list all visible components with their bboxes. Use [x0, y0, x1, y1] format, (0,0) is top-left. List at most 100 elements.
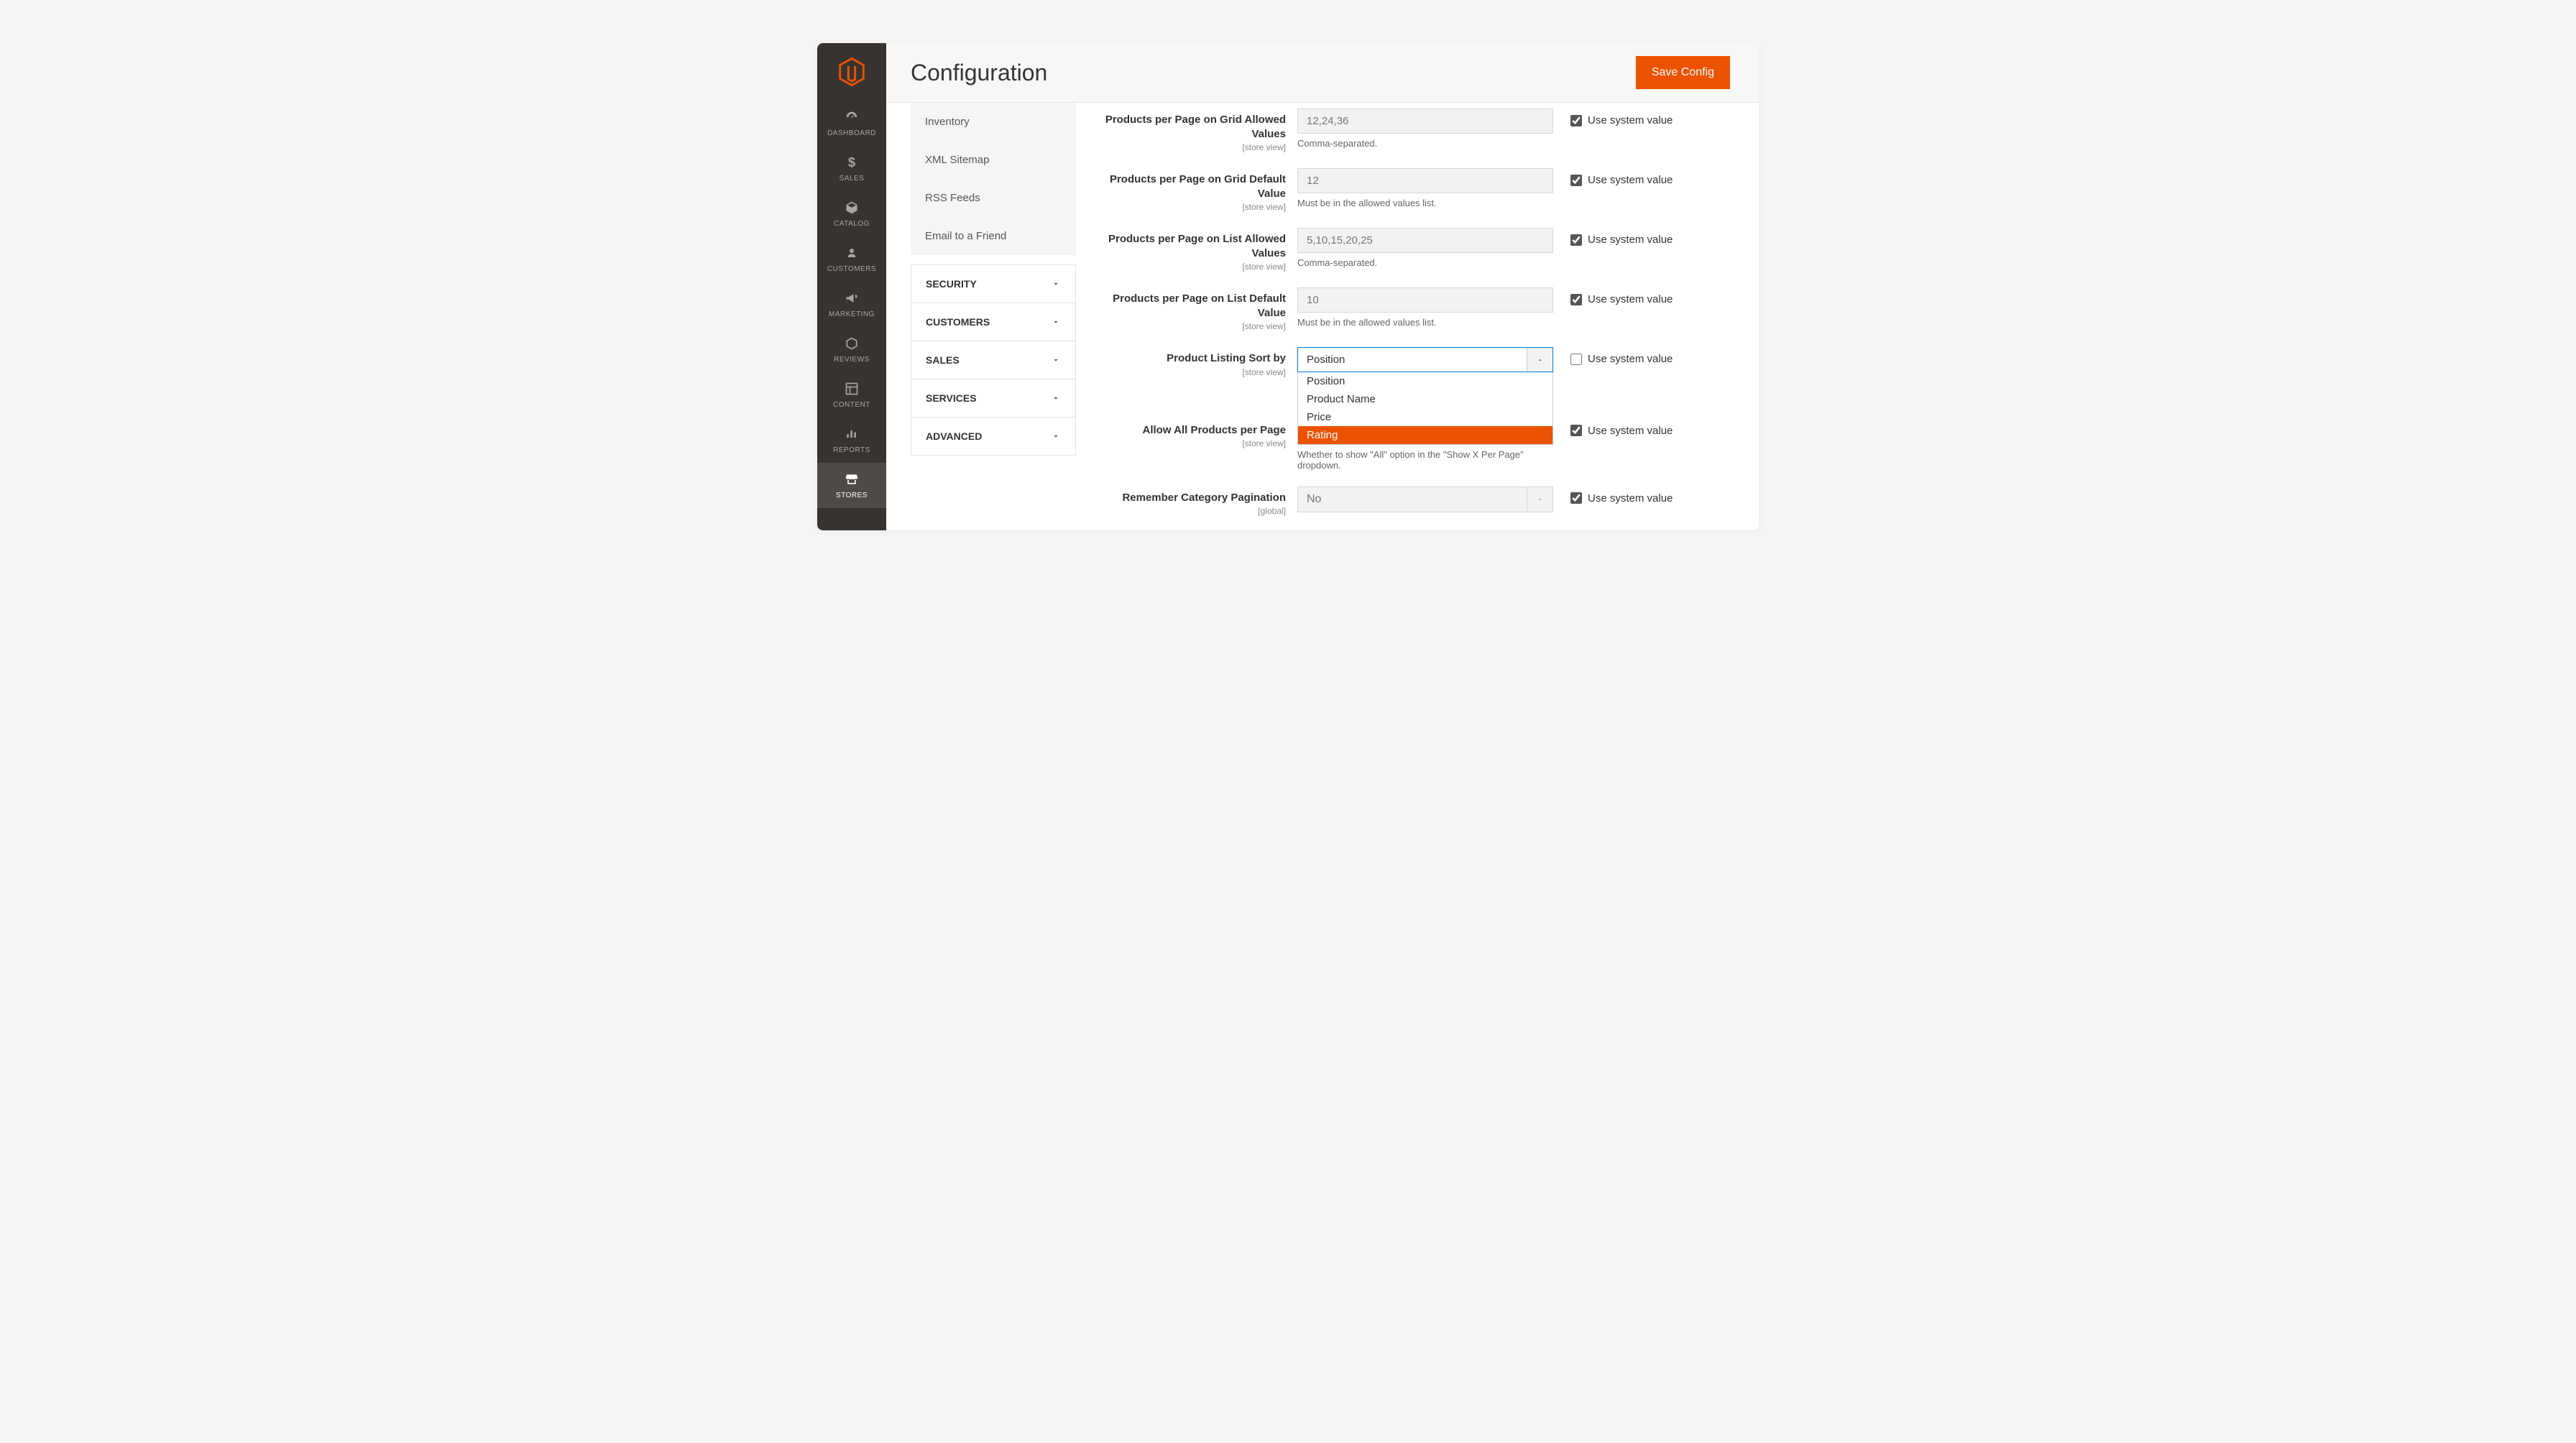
- page-title: Configuration: [911, 60, 1047, 86]
- field-scope: [store view]: [1085, 321, 1286, 331]
- megaphone-icon: [844, 289, 860, 308]
- config-subitem-inventory[interactable]: Inventory: [911, 103, 1076, 141]
- config-section-security[interactable]: SECURITY: [911, 264, 1076, 303]
- config-subitem-rss-feeds[interactable]: RSS Feeds: [911, 179, 1076, 217]
- app-window: DASHBOARD $ SALES CATALOG CUSTOMERS MARK…: [817, 43, 1759, 530]
- use-system-checkbox[interactable]: [1570, 492, 1582, 504]
- save-config-button[interactable]: Save Config: [1636, 56, 1730, 89]
- main-sidebar: DASHBOARD $ SALES CATALOG CUSTOMERS MARK…: [817, 43, 886, 530]
- caret-down-icon: [1527, 487, 1552, 512]
- nav-reports[interactable]: REPORTS: [817, 418, 886, 463]
- nav-label: STORES: [836, 492, 868, 499]
- field-label: Product Listing Sort by: [1085, 351, 1286, 366]
- chevron-down-icon: [1051, 431, 1061, 441]
- option-price[interactable]: Price: [1298, 408, 1552, 426]
- field-scope: [store view]: [1085, 202, 1286, 212]
- nav-content[interactable]: CONTENT: [817, 372, 886, 418]
- layout-icon: [845, 379, 859, 398]
- field-label: Allow All Products per Page: [1085, 423, 1286, 438]
- grid-allowed-input[interactable]: [1297, 109, 1553, 134]
- list-default-input[interactable]: [1297, 287, 1553, 313]
- sort-by-dropdown: Position Product Name Price Rating: [1297, 372, 1553, 445]
- nav-label: REPORTS: [833, 446, 870, 454]
- field-hint: Comma-separated.: [1297, 257, 1553, 268]
- list-allowed-input[interactable]: [1297, 228, 1553, 253]
- use-system-checkbox[interactable]: [1570, 425, 1582, 436]
- svg-text:$: $: [848, 155, 855, 170]
- field-scope: [global]: [1085, 506, 1286, 516]
- page-header: Configuration Save Config: [886, 43, 1759, 103]
- section-label: SERVICES: [926, 392, 977, 404]
- option-product-name[interactable]: Product Name: [1298, 390, 1552, 408]
- nav-sales[interactable]: $ SALES: [817, 146, 886, 191]
- use-system-label: Use system value: [1588, 425, 1673, 437]
- sort-by-select[interactable]: Position Position Product Name Price Rat…: [1297, 347, 1553, 372]
- chevron-down-icon: [1051, 317, 1061, 327]
- nav-label: REVIEWS: [834, 356, 870, 364]
- config-subitem-email-friend[interactable]: Email to a Friend: [911, 217, 1076, 255]
- field-scope: [store view]: [1085, 438, 1286, 448]
- row-grid-default: Products per Page on Grid Default Value …: [1085, 168, 1730, 212]
- main-area: Configuration Save Config Inventory XML …: [886, 43, 1759, 530]
- field-label: Products per Page on Grid Default Value: [1085, 172, 1286, 200]
- option-rating[interactable]: Rating: [1298, 426, 1552, 444]
- section-label: ADVANCED: [926, 430, 982, 442]
- use-system-checkbox[interactable]: [1570, 294, 1582, 305]
- dollar-icon: $: [845, 153, 859, 172]
- row-grid-allowed: Products per Page on Grid Allowed Values…: [1085, 109, 1730, 152]
- grid-default-input[interactable]: [1297, 168, 1553, 193]
- field-label: Products per Page on Grid Allowed Values: [1085, 113, 1286, 141]
- nav-marketing[interactable]: MARKETING: [817, 282, 886, 327]
- remember-pagination-select[interactable]: No: [1297, 487, 1553, 512]
- config-section-sales[interactable]: SALES: [911, 341, 1076, 379]
- row-remember-pagination: Remember Category Pagination [global] No…: [1085, 487, 1730, 517]
- magento-logo-icon: [838, 57, 865, 87]
- nav-label: CATALOG: [834, 220, 870, 228]
- nav-stores[interactable]: STORES: [817, 463, 886, 508]
- nav-label: CUSTOMERS: [827, 265, 876, 273]
- field-hint: Must be in the allowed values list.: [1297, 198, 1553, 208]
- use-system-label: Use system value: [1588, 174, 1673, 186]
- section-label: SALES: [926, 354, 960, 366]
- config-section-advanced[interactable]: ADVANCED: [911, 417, 1076, 456]
- option-position[interactable]: Position: [1298, 372, 1552, 390]
- nav-reviews[interactable]: REVIEWS: [817, 327, 886, 372]
- nav-dashboard[interactable]: DASHBOARD: [817, 101, 886, 146]
- caret-up-icon: [1527, 348, 1552, 372]
- use-system-label: Use system value: [1588, 114, 1673, 126]
- box-icon: [845, 198, 859, 217]
- field-hint: Whether to show "All" option in the "Sho…: [1297, 449, 1553, 471]
- use-system-checkbox[interactable]: [1570, 115, 1582, 126]
- use-system-label: Use system value: [1588, 234, 1673, 246]
- use-system-checkbox[interactable]: [1570, 175, 1582, 186]
- person-icon: [845, 244, 858, 262]
- select-value: Position: [1298, 348, 1353, 372]
- field-scope: [store view]: [1085, 367, 1286, 377]
- store-icon: [844, 470, 860, 489]
- config-subitem-xml-sitemap[interactable]: XML Sitemap: [911, 141, 1076, 179]
- row-list-allowed: Products per Page on List Allowed Values…: [1085, 228, 1730, 272]
- config-section-customers[interactable]: CUSTOMERS: [911, 303, 1076, 341]
- config-section-services[interactable]: SERVICES: [911, 379, 1076, 418]
- nav-label: DASHBOARD: [827, 129, 876, 137]
- content-area: Inventory XML Sitemap RSS Feeds Email to…: [886, 103, 1759, 530]
- nav-label: SALES: [840, 175, 865, 183]
- hexagon-icon: [845, 334, 859, 353]
- magento-logo: [817, 43, 886, 101]
- nav-label: CONTENT: [833, 401, 870, 409]
- chevron-down-icon: [1051, 279, 1061, 289]
- use-system-label: Use system value: [1588, 492, 1673, 504]
- field-hint: Must be in the allowed values list.: [1297, 317, 1553, 328]
- use-system-checkbox[interactable]: [1570, 234, 1582, 246]
- nav-customers[interactable]: CUSTOMERS: [817, 236, 886, 282]
- field-label: Products per Page on List Allowed Values: [1085, 232, 1286, 260]
- nav-catalog[interactable]: CATALOG: [817, 191, 886, 236]
- select-value: No: [1298, 487, 1330, 512]
- use-system-label: Use system value: [1588, 353, 1673, 365]
- field-scope: [store view]: [1085, 262, 1286, 272]
- dashboard-icon: [844, 108, 860, 126]
- config-side-nav: Inventory XML Sitemap RSS Feeds Email to…: [886, 103, 1076, 530]
- row-list-default: Products per Page on List Default Value …: [1085, 287, 1730, 331]
- use-system-checkbox[interactable]: [1570, 354, 1582, 365]
- field-hint: Comma-separated.: [1297, 138, 1553, 149]
